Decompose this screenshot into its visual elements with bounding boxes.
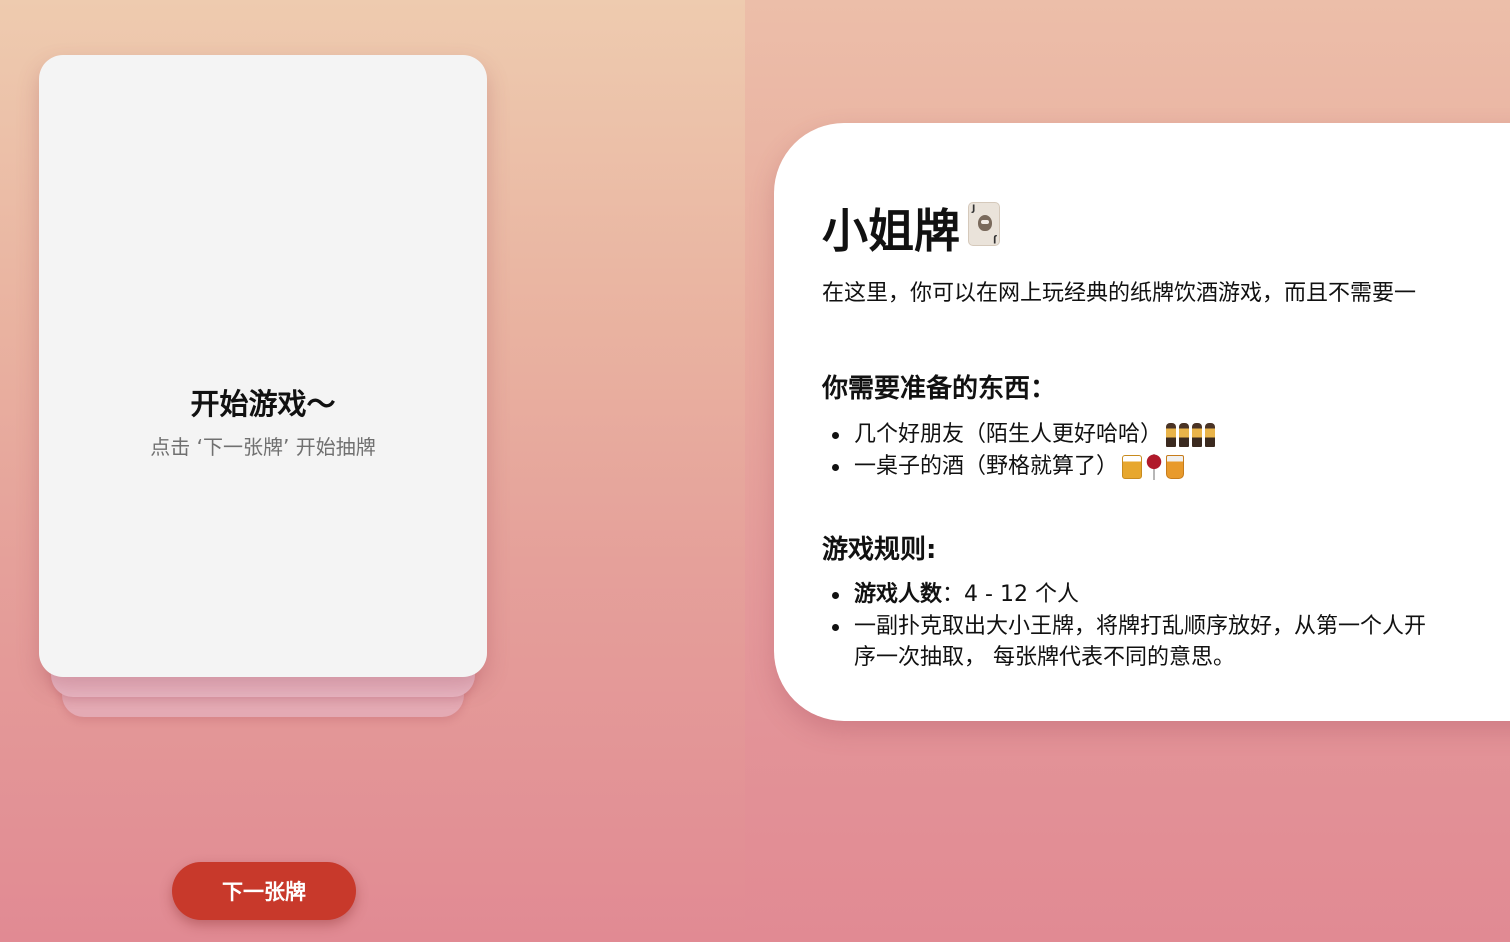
game-panel: 开始游戏～ 点击 ‘下一张牌’ 开始抽牌 下一张牌 <box>0 0 745 942</box>
dancer-icon <box>1192 423 1203 447</box>
next-card-button[interactable]: 下一张牌 <box>172 862 356 920</box>
rule-text-continuation: 序一次抽取， 每张牌代表不同的意思。 <box>854 645 1235 670</box>
list-item: 一桌子的酒（野格就算了） <box>831 451 1218 483</box>
rules-card: 小姐牌 J J 在这里，你可以在网上玩经典的纸牌饮酒游戏，而且不需要一 你需要准… <box>774 123 1510 721</box>
page-title: 小姐牌 <box>822 204 960 258</box>
rule-text: 4 - 12 个人 <box>964 582 1079 607</box>
drinks-emoji-group <box>1122 451 1187 483</box>
wine-glass-icon <box>1145 454 1164 480</box>
list-item: 几个好朋友（陌生人更好哈哈） <box>831 419 1218 451</box>
rule-text: 一副扑克取出大小王牌，将牌打乱顺序放好，从第一个人开 <box>854 614 1427 639</box>
joker-card-icon: J J <box>968 202 1000 246</box>
list-item: 一副扑克取出大小王牌，将牌打乱顺序放好，从第一个人开 序一次抽取， 每张牌代表不同… <box>832 611 1510 673</box>
info-panel: 小姐牌 J J 在这里，你可以在网上玩经典的纸牌饮酒游戏，而且不需要一 你需要准… <box>745 0 1510 942</box>
tumbler-glass-icon <box>1166 455 1185 479</box>
intro-text: 在这里，你可以在网上玩经典的纸牌饮酒游戏，而且不需要一 <box>822 281 1417 306</box>
rules-heading: 游戏规则: <box>822 535 937 565</box>
beer-mug-icon <box>1122 455 1143 479</box>
card-title: 开始游戏～ <box>190 387 336 421</box>
list-item: 游戏人数：4 - 12 个人 <box>832 579 1510 611</box>
prep-item-text: 几个好朋友（陌生人更好哈哈） <box>854 422 1163 447</box>
rule-label: 游戏人数 <box>854 582 943 607</box>
dancer-icon <box>1179 423 1190 447</box>
card-hint: 点击 ‘下一张牌’ 开始抽牌 <box>150 435 376 459</box>
current-card: 开始游戏～ 点击 ‘下一张牌’ 开始抽牌 <box>39 55 487 677</box>
friends-emoji-group <box>1166 419 1218 451</box>
rules-list: 游戏人数：4 - 12 个人 一副扑克取出大小王牌，将牌打乱顺序放好，从第一个人… <box>822 579 1510 673</box>
dancer-icon <box>1166 423 1177 447</box>
prep-list: 几个好朋友（陌生人更好哈哈） 一桌子的酒（野格就算了） <box>822 419 1218 483</box>
prep-heading: 你需要准备的东西： <box>822 374 1057 404</box>
dancer-icon <box>1205 423 1216 447</box>
prep-item-text: 一桌子的酒（野格就算了） <box>854 454 1119 479</box>
rule-separator: ： <box>942 582 965 607</box>
